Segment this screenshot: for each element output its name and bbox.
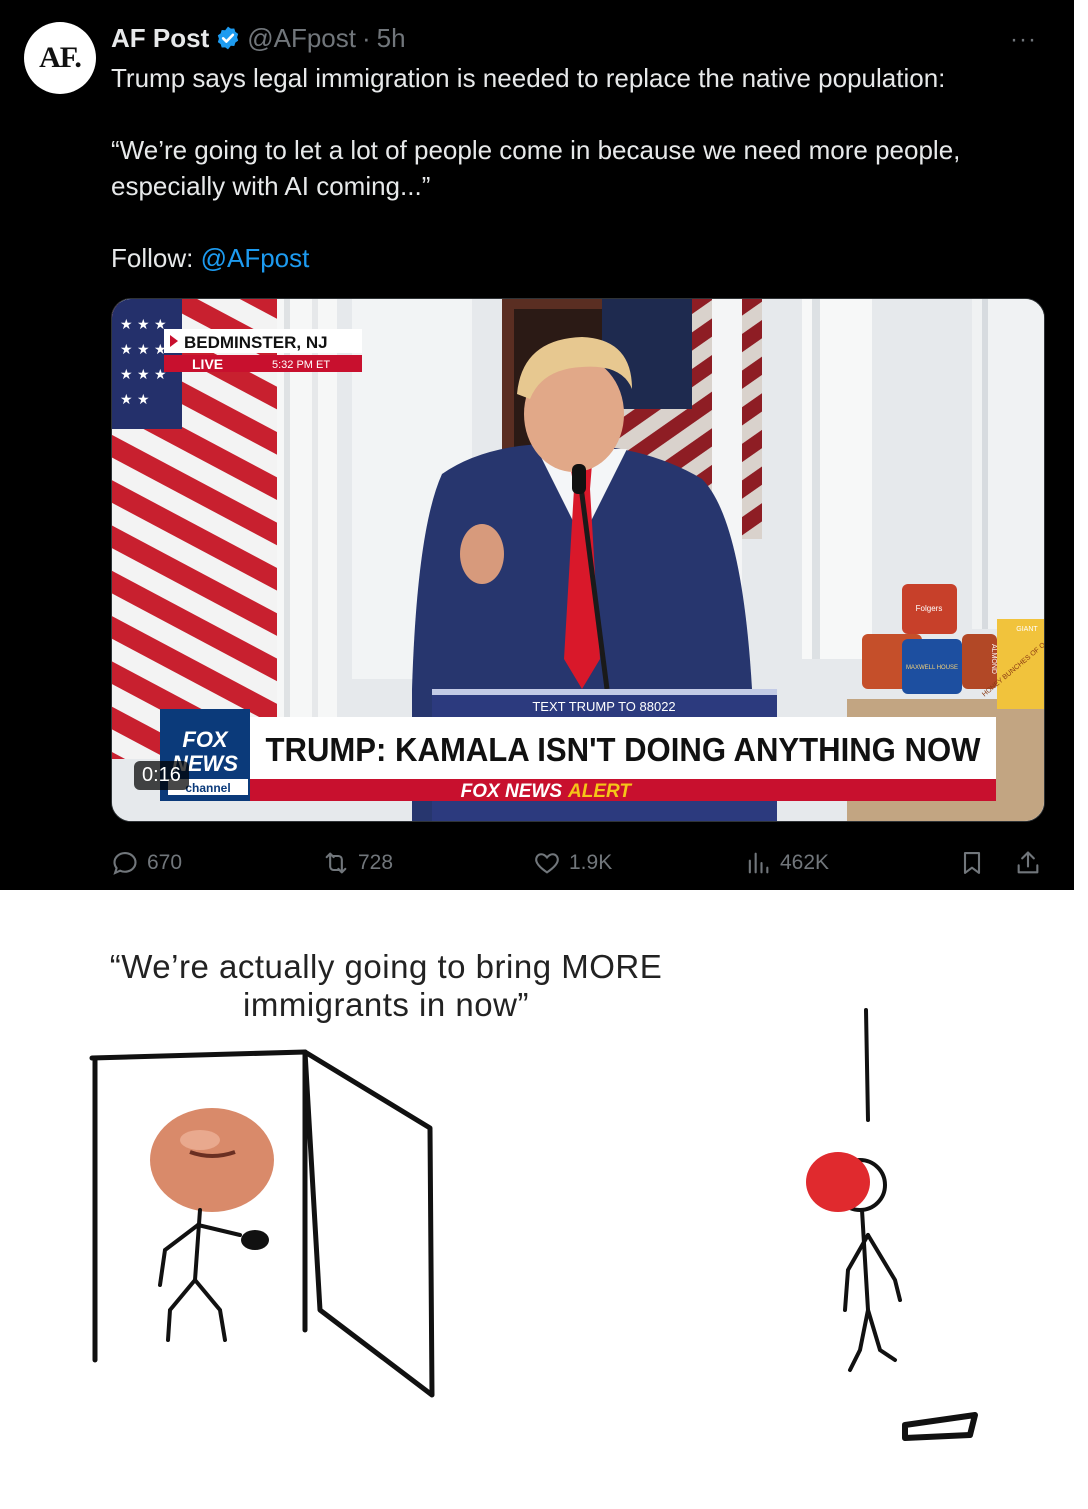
fox-logo-sub: channel	[185, 781, 230, 795]
can-label-folgers: Folgers	[916, 604, 943, 613]
reply-count: 670	[147, 851, 183, 874]
tweet-quote-line1: “We’re going to let a lot of people come…	[111, 135, 961, 165]
like-count: 1.9K	[569, 851, 613, 874]
tweet-timestamp[interactable]: 5h	[377, 23, 406, 54]
meme-panel: “We’re actually going to bring MORE immi…	[0, 890, 1088, 1509]
bookmark-icon	[963, 852, 981, 874]
tweet-quote-line2: especially with AI coming...”	[111, 171, 431, 201]
headline-text: TRUMP: KAMALA ISN'T DOING ANYTHING NOW	[266, 731, 982, 768]
svg-text:★ ★ ★: ★ ★ ★	[120, 367, 167, 383]
verified-badge-icon	[218, 26, 239, 50]
views-icon	[748, 852, 769, 874]
follow-label: Follow:	[111, 243, 201, 273]
tweet-header: AF Post @AFpost · 5h	[111, 20, 406, 56]
views-button[interactable]: 462K	[744, 846, 829, 880]
svg-text:★ ★: ★ ★	[120, 392, 150, 408]
immigrant-figure	[150, 1108, 274, 1342]
like-icon	[535, 853, 559, 874]
door-drawing	[89, 1049, 435, 1398]
podium-text: TEXT TRUMP TO 88022	[532, 699, 675, 714]
live-time: 5:32 PM ET	[272, 359, 330, 371]
video-frame: ★ ★ ★ ★ ★ ★ ★ ★ ★ ★ ★ TEXT TRUMP TO 8802…	[112, 299, 1044, 821]
video-duration: 0:16	[134, 761, 189, 790]
tweet-card: AF. AF Post @AFpost · 5h ··· Trump says …	[0, 0, 1074, 890]
can-label-maxwell: MAXWELL HOUSE	[906, 665, 958, 671]
video-player[interactable]: ★ ★ ★ ★ ★ ★ ★ ★ ★ ★ ★ TEXT TRUMP TO 8802…	[111, 298, 1045, 822]
red-hat-shape	[806, 1152, 870, 1212]
fox-logo-top: FOX	[182, 727, 229, 752]
more-options-icon[interactable]: ···	[1010, 26, 1037, 54]
header-separator: ·	[362, 22, 371, 53]
like-button[interactable]: 1.9K	[533, 846, 612, 880]
bookmark-button[interactable]	[958, 846, 994, 880]
author-name[interactable]: AF Post	[111, 23, 209, 54]
repost-icon	[325, 852, 347, 874]
box-label-almond: ALMOND	[990, 644, 997, 674]
share-icon	[1017, 851, 1039, 874]
repost-count: 728	[358, 851, 394, 874]
meme-drawing	[89, 1008, 978, 1441]
author-avatar[interactable]: AF.	[24, 22, 96, 94]
follow-handle-link[interactable]: @AFpost	[201, 243, 310, 273]
views-count: 462K	[780, 851, 830, 874]
tweet-text-line1: Trump says legal immigration is needed t…	[111, 63, 946, 93]
alert-brand: FOX NEWS	[461, 781, 563, 802]
svg-text:★ ★ ★: ★ ★ ★	[120, 342, 167, 358]
live-label: LIVE	[192, 356, 223, 372]
stool-shape	[902, 1412, 978, 1441]
avatar-logo-text: AF.	[39, 41, 82, 74]
tweet-follow-line: Follow: @AFpost	[111, 240, 309, 276]
box-label-giant: GIANT	[1016, 626, 1038, 633]
repost-button[interactable]: 728	[322, 846, 393, 880]
location-label: BEDMINSTER, NJ	[184, 333, 328, 352]
author-handle[interactable]: @AFpost	[247, 23, 356, 54]
svg-text:★ ★ ★: ★ ★ ★	[120, 317, 167, 333]
alert-word: ALERT	[567, 781, 632, 802]
share-button[interactable]	[1014, 846, 1050, 880]
reply-icon	[113, 852, 137, 875]
reply-button[interactable]: 670	[111, 846, 182, 880]
